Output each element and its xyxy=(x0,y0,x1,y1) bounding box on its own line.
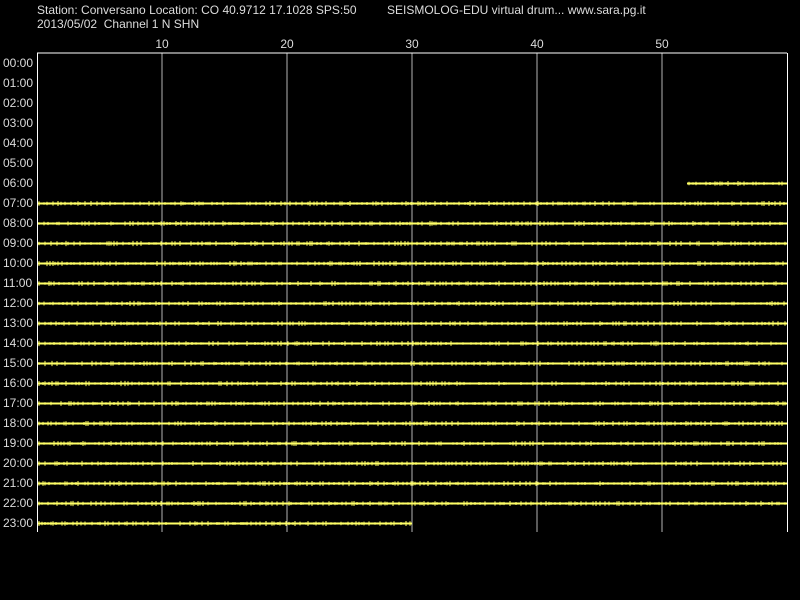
y-tick-label: 12:00 xyxy=(3,296,33,310)
x-tick-labels: 10 20 30 40 50 xyxy=(155,37,669,51)
y-tick-label: 03:00 xyxy=(3,116,33,130)
y-tick-label: 22:00 xyxy=(3,496,33,510)
trace-hour-0900 xyxy=(37,240,787,247)
y-tick-label: 10:00 xyxy=(3,256,33,270)
x-tick-label: 40 xyxy=(530,37,544,51)
y-tick-label: 18:00 xyxy=(3,416,33,430)
y-tick-label: 07:00 xyxy=(3,196,33,210)
y-tick-label: 21:00 xyxy=(3,476,33,490)
seismogram-drum-view: Station: Conversano Location: CO 40.9712… xyxy=(0,0,800,600)
y-tick-label: 04:00 xyxy=(3,136,33,150)
y-tick-label: 15:00 xyxy=(3,356,33,370)
y-tick-label: 06:00 xyxy=(3,176,33,190)
y-tick-label: 14:00 xyxy=(3,336,33,350)
y-tick-label: 11:00 xyxy=(3,276,32,290)
y-tick-label: 00:00 xyxy=(3,56,33,70)
y-tick-label: 16:00 xyxy=(3,376,33,390)
y-tick-label: 09:00 xyxy=(3,236,33,250)
y-tick-label: 05:00 xyxy=(3,156,33,170)
y-tick-label: 17:00 xyxy=(3,396,33,410)
trace-hour-2200 xyxy=(37,500,787,507)
x-tick-label: 50 xyxy=(655,37,669,51)
y-tick-label: 08:00 xyxy=(3,216,33,230)
y-tick-label: 19:00 xyxy=(3,436,33,450)
y-tick-label: 02:00 xyxy=(3,96,33,110)
trace-hour-2300 xyxy=(37,520,412,527)
y-tick-labels: 00:00 01:00 02:00 03:00 04:00 05:00 06:00 07:00… xyxy=(3,56,33,530)
x-tick-label: 20 xyxy=(280,37,294,51)
y-tick-label: 20:00 xyxy=(3,456,33,470)
x-tick-label: 10 xyxy=(155,37,169,51)
y-tick-label: 23:00 xyxy=(3,516,33,530)
drum-chart: 10 20 30 40 50 00:00 01:00 02:00 03:00 04:00 05:0… xyxy=(3,37,788,532)
trace-hour-0600 xyxy=(687,181,787,186)
grid-lines xyxy=(161,53,663,532)
x-tick-label: 30 xyxy=(405,37,419,51)
y-tick-label: 01:00 xyxy=(3,76,33,90)
y-tick-label: 13:00 xyxy=(3,316,33,330)
